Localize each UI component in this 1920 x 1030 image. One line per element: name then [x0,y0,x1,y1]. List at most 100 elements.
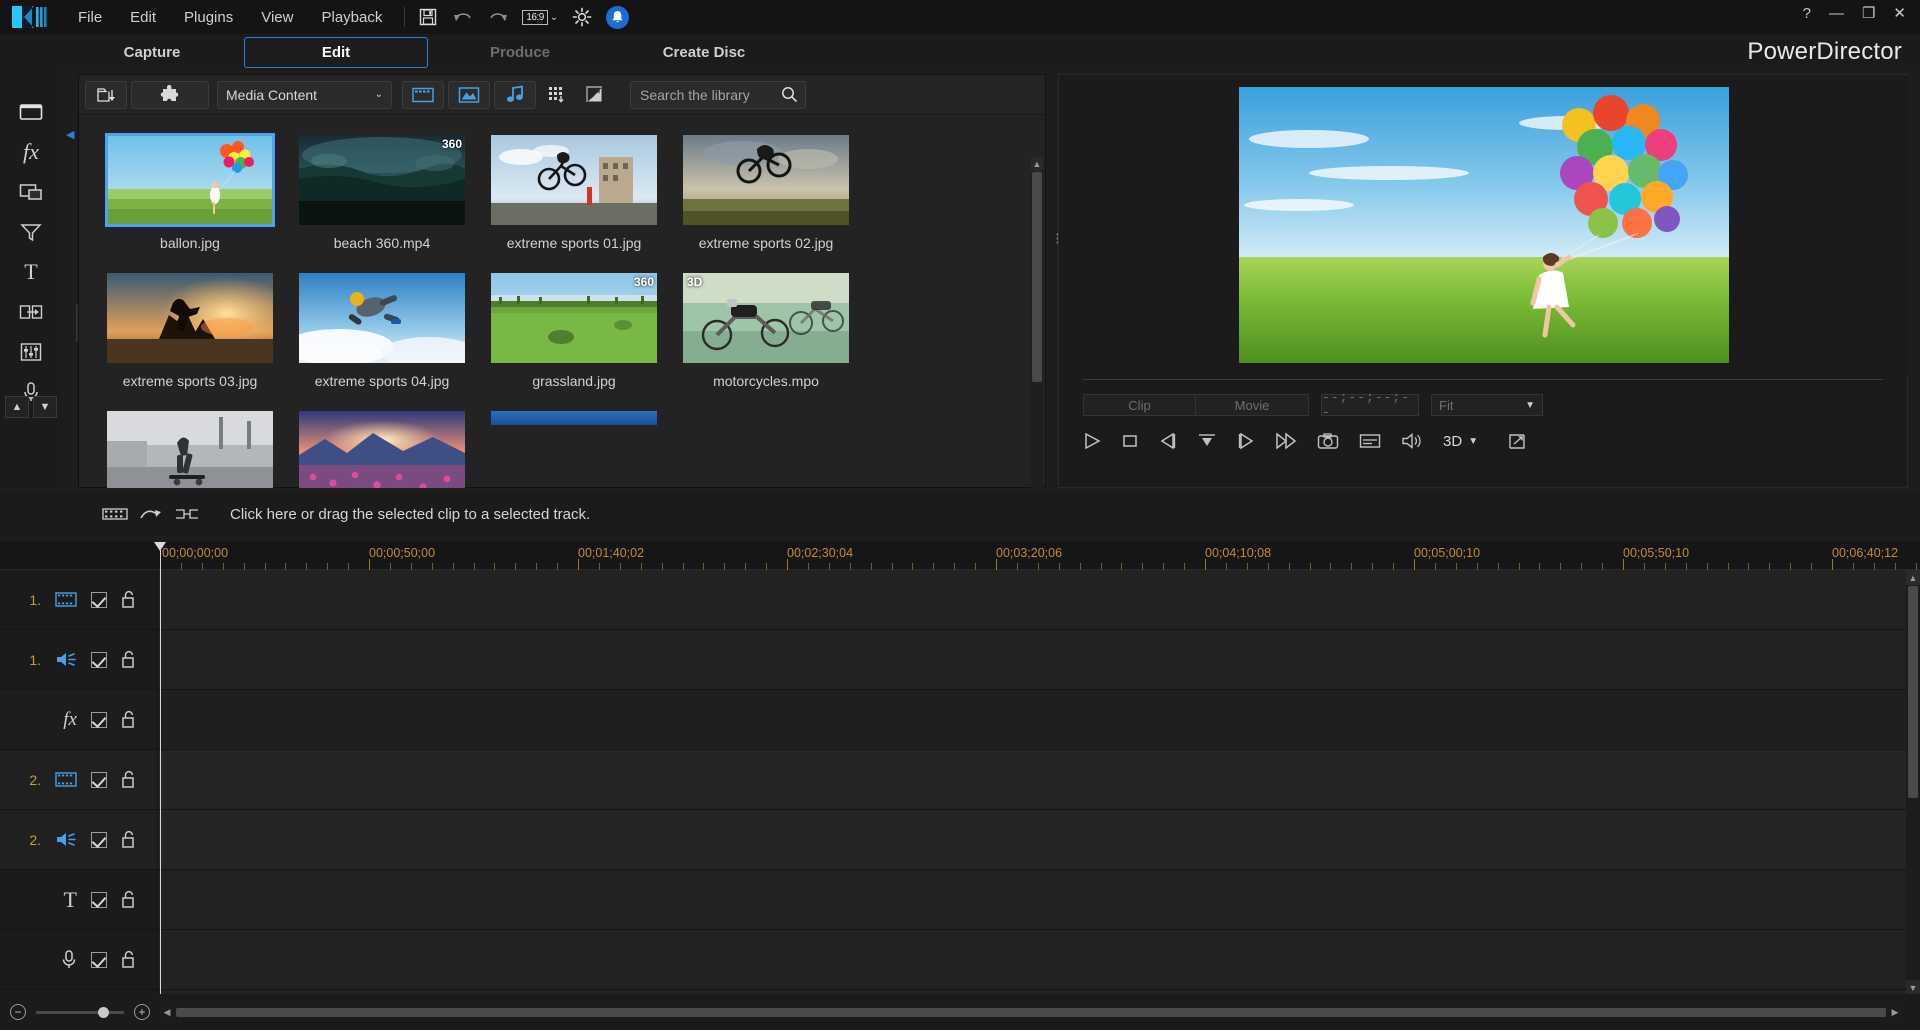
track-enable-checkbox[interactable] [91,712,107,728]
filter-audio-button[interactable] [494,81,536,109]
unlock-icon[interactable] [121,950,137,969]
scroll-up-icon[interactable]: ▲ [1031,157,1043,171]
fit-select[interactable]: Fit ▼ [1431,394,1543,416]
fast-forward-button[interactable] [1275,432,1297,450]
thumbnail[interactable]: 360 [299,135,465,225]
library-expand-button[interactable] [578,81,612,109]
track-enable-checkbox[interactable] [91,832,107,848]
scrollbar-thumb[interactable] [176,1008,1886,1017]
audio-mixing-room-icon[interactable] [10,332,52,372]
video-track-icon[interactable] [55,592,77,607]
scrollbar-thumb[interactable] [1908,586,1918,798]
insert-clip-icon[interactable] [102,505,128,523]
table-row[interactable]: 2. [0,750,1920,810]
scroll-left-icon[interactable]: ◀ [160,1006,174,1018]
plugins-button[interactable] [131,81,209,109]
track-lane[interactable] [158,810,1920,869]
thumbnail[interactable] [491,135,657,225]
list-item[interactable]: 360 beach 360.mp4 [289,135,475,251]
minimize-button[interactable]: — [1829,6,1844,21]
menu-file[interactable]: File [64,4,116,31]
table-row[interactable]: 2. [0,810,1920,870]
track-lane[interactable] [158,870,1920,929]
table-row[interactable]: 1. [0,630,1920,690]
title-track-icon[interactable]: T [64,887,77,913]
track-header-voice[interactable] [0,930,158,989]
track-lane[interactable] [158,690,1920,749]
play-button[interactable] [1083,432,1101,450]
particle-room-icon[interactable] [10,212,52,252]
list-item[interactable]: extreme sports 03.jpg [97,273,283,389]
overwrite-icon[interactable] [138,505,164,523]
timeline-zoom-control[interactable]: − + [10,1004,150,1020]
scroll-down-icon[interactable]: ▼ [1906,980,1920,995]
list-item[interactable]: ballon.jpg [97,135,283,251]
library-view-mode-button[interactable] [540,81,574,109]
zoom-in-button[interactable]: + [134,1004,150,1020]
track-header-title[interactable]: T [0,870,158,929]
redo-icon[interactable] [487,6,509,28]
menu-view[interactable]: View [247,4,307,31]
filter-all-media-button[interactable] [402,81,444,109]
unlock-icon[interactable] [121,890,137,909]
tab-create-disc[interactable]: Create Disc [612,38,796,67]
3d-mode-selector[interactable]: 3D ▼ [1443,433,1478,450]
unlock-icon[interactable] [121,650,137,669]
list-item[interactable]: 3D motorcycles.mpo [673,273,859,389]
track-header-video-1[interactable]: 1. [0,570,158,629]
next-frame-button[interactable] [1237,432,1255,450]
list-item[interactable]: extreme sports 04.jpg [289,273,475,389]
filter-video-button[interactable] [448,81,490,109]
list-item[interactable]: Skateboard.mp4 [97,411,283,488]
list-item-partial[interactable] [481,411,667,488]
table-row[interactable] [0,930,1920,990]
menu-edit[interactable]: Edit [116,4,170,31]
volume-button[interactable] [1401,432,1423,450]
effect-room-icon[interactable]: fx [10,132,52,172]
search-input[interactable] [640,87,774,103]
track-enable-checkbox[interactable] [91,952,107,968]
track-enable-checkbox[interactable] [91,592,107,608]
library-search[interactable] [630,81,806,109]
previous-frame-button[interactable] [1159,432,1177,450]
import-media-button[interactable] [85,81,127,109]
save-icon[interactable] [417,6,439,28]
track-lane[interactable] [158,630,1920,689]
list-item[interactable]: extreme sports 01.jpg [481,135,667,251]
media-room-icon[interactable] [10,92,52,132]
table-row[interactable]: 1. [0,570,1920,630]
unlock-icon[interactable] [121,830,137,849]
crossfade-icon[interactable] [174,505,200,523]
table-row[interactable]: fx [0,690,1920,750]
track-lane[interactable] [158,930,1920,989]
unlock-icon[interactable] [121,710,137,729]
table-row[interactable]: T [0,870,1920,930]
tab-produce[interactable]: Produce [428,38,612,67]
step-marker-button[interactable] [1197,432,1217,450]
thumbnail[interactable] [107,273,273,363]
zoom-out-button[interactable]: − [10,1004,26,1020]
snapshot-button[interactable] [1317,432,1339,450]
scroll-right-icon[interactable]: ▶ [1888,1006,1902,1018]
track-lane[interactable] [158,750,1920,809]
track-header-audio-1[interactable]: 1. [0,630,158,689]
rail-scroll-up-button[interactable]: ▲ [5,396,29,418]
display-options-button[interactable] [1359,432,1381,450]
thumbnail[interactable] [683,135,849,225]
transition-room-icon[interactable] [10,292,52,332]
track-header-fx[interactable]: fx [0,690,158,749]
restore-button[interactable]: ❐ [1862,6,1875,21]
track-header-video-2[interactable]: 2. [0,750,158,809]
close-button[interactable]: ✕ [1893,6,1906,21]
list-item[interactable]: 360 grassland.jpg [481,273,667,389]
fx-track-icon[interactable]: fx [63,709,77,731]
timecode-display[interactable]: --;--;--;-- [1321,394,1419,416]
content-type-select[interactable]: Media Content ⌄ [217,81,392,109]
movie-mode-button[interactable]: Movie [1196,394,1309,416]
aspect-ratio-selector[interactable]: 16:9 ⌄ [522,10,558,25]
library-scrollbar[interactable]: ▲ ▼ [1031,157,1043,488]
timeline-horizontal-scrollbar[interactable]: ◀ ▶ [160,1006,1902,1018]
playhead-handle[interactable] [154,542,166,551]
title-room-icon[interactable]: T [10,252,52,292]
playhead[interactable] [160,542,161,995]
